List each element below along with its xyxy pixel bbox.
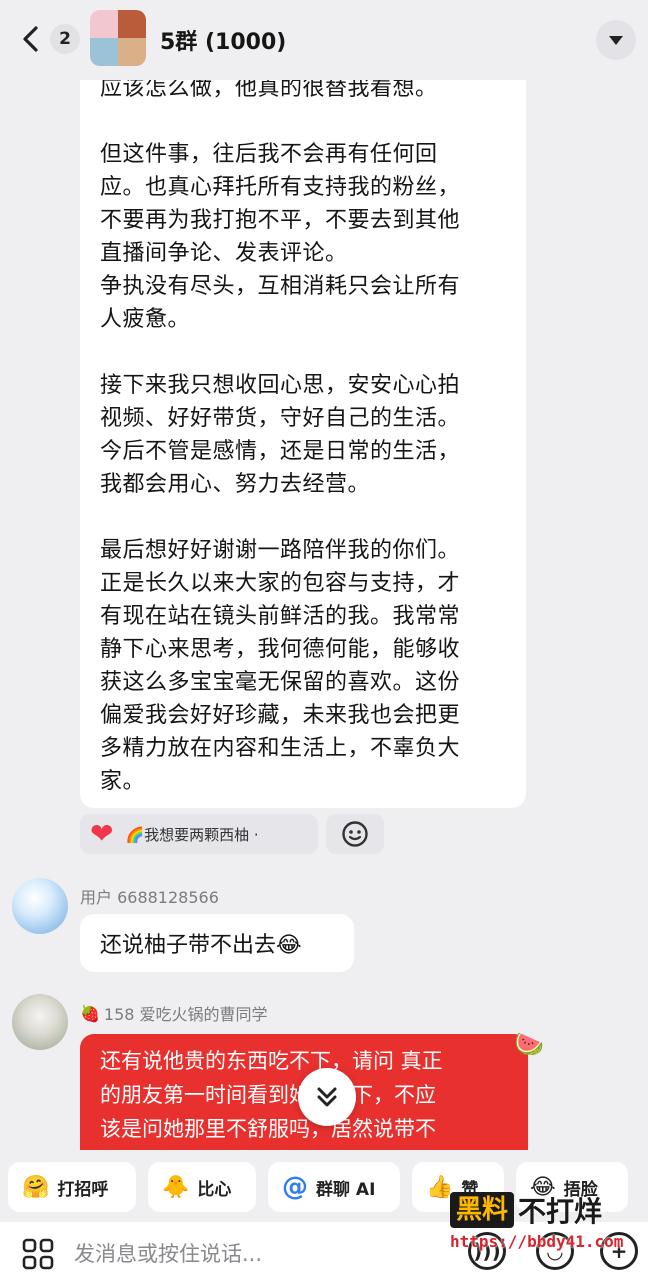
scroll-to-bottom-button[interactable] (298, 1068, 356, 1126)
greet-label: 打招呼 (57, 1179, 109, 1200)
avatar[interactable] (12, 878, 68, 934)
message-line: 有现在站在镜头前鲜活的我。我常常 (100, 604, 461, 629)
wave-hand-icon: 🤗 (22, 1174, 50, 1200)
apps-grid-icon[interactable] (22, 1238, 54, 1270)
message-line: 家。 (100, 769, 146, 794)
strawberry-icon: 🍓 (80, 1003, 100, 1023)
message-line: 获这么多宝宝毫无保留的喜欢。这份 (100, 670, 461, 695)
unread-count-badge: 2 (50, 24, 80, 54)
greet-button[interactable]: 🤗 打招呼 (8, 1162, 136, 1212)
group-avatar[interactable] (90, 10, 146, 66)
chat-header: 2 5群 (1000) (0, 0, 648, 80)
avatar[interactable] (12, 994, 68, 1050)
message-bubble-main[interactable]: 应该怎么做，他真的很替我看想。 但这件事，往后我不会再有任何回 应。也真心拜托所… (80, 40, 526, 808)
reaction-user: 🌈我想要两颗西柚 · (125, 825, 259, 844)
message-line: 偏爱我会好好珍藏，未来我也会把更 (100, 703, 461, 728)
message-line: 我都会用心、努力去经营。 (100, 472, 371, 497)
message-line: 静下心来思考，我何德何能，能够收 (100, 637, 461, 662)
back-button[interactable] (14, 22, 48, 56)
sender-name-row: 🍓 158 爱吃火锅的曹同学 (80, 1001, 268, 1025)
message-line: 今后不管是感情，还是日常的生活， (100, 439, 461, 464)
message-line: 该是问她那里不舒服吗，居然说带不 (100, 1117, 436, 1141)
caret-down-icon (609, 36, 623, 45)
double-chevron-down-icon (317, 1087, 337, 1107)
message-line: 但这件事，往后我不会再有任何回 (100, 142, 438, 167)
message-line: 视频、好好带货，守好自己的生活。 (100, 406, 461, 431)
message-line: 正是长久以来大家的包容与支持，才 (100, 571, 461, 596)
watermark-url: https://bbdy41.com (450, 1232, 624, 1251)
chick-heart-icon: 🐥 (162, 1174, 190, 1200)
message-line: 多精力放在内容和生活上，不辜负大 (100, 736, 461, 761)
reaction-bar[interactable]: ❤ 🌈我想要两颗西柚 · (80, 814, 318, 854)
group-ai-button[interactable]: @ 群聊 AI (268, 1162, 400, 1212)
watermark-right-text: 不打烊 (518, 1195, 603, 1228)
message-line: 直播间争论、发表评论。 (100, 241, 348, 266)
at-icon: @ (282, 1172, 308, 1202)
message-bubble[interactable]: 还说柚子带不出去😂 (80, 914, 354, 972)
sender-name: 158 爱吃火锅的曹同学 (103, 1005, 268, 1024)
message-line: 最后想好好谢谢一路陪伴我的你们。 (100, 538, 461, 563)
group-menu-button[interactable] (596, 20, 636, 60)
message-line: 争执没有尽头，互相消耗只会让所有 (100, 274, 461, 299)
message-line: 接下来我只想收回心思，安安心心拍 (100, 373, 461, 398)
message-line: 还有说他贵的东西吃不下，请问 真正 (100, 1049, 443, 1073)
watermark-left-text: 黑料 (450, 1192, 515, 1228)
chevron-left-icon (23, 26, 38, 52)
sender-name: 用户 6688128566 (80, 888, 219, 907)
heart-gesture-button[interactable]: 🐥 比心 (148, 1162, 256, 1212)
smiley-icon (342, 821, 368, 847)
watermelon-icon: 🍉 (514, 1030, 544, 1058)
group-ai-label: 群聊 AI (316, 1179, 376, 1200)
message-line: 应。也真心拜托所有支持我的粉丝， (100, 175, 461, 200)
watermark-logo: 黑料 不打烊 https://bbdy41.com (450, 1190, 640, 1260)
group-title[interactable]: 5群 (1000) (160, 24, 286, 56)
message-line: 不要再为我打抱不平，不要去到其他 (100, 208, 461, 233)
heart-gesture-label: 比心 (197, 1179, 232, 1200)
heart-icon: ❤ (90, 817, 114, 850)
message-line: 人疲惫。 (100, 307, 191, 332)
add-reaction-button[interactable] (326, 814, 384, 854)
message-input[interactable]: 发消息或按住说话... (74, 1238, 262, 1268)
